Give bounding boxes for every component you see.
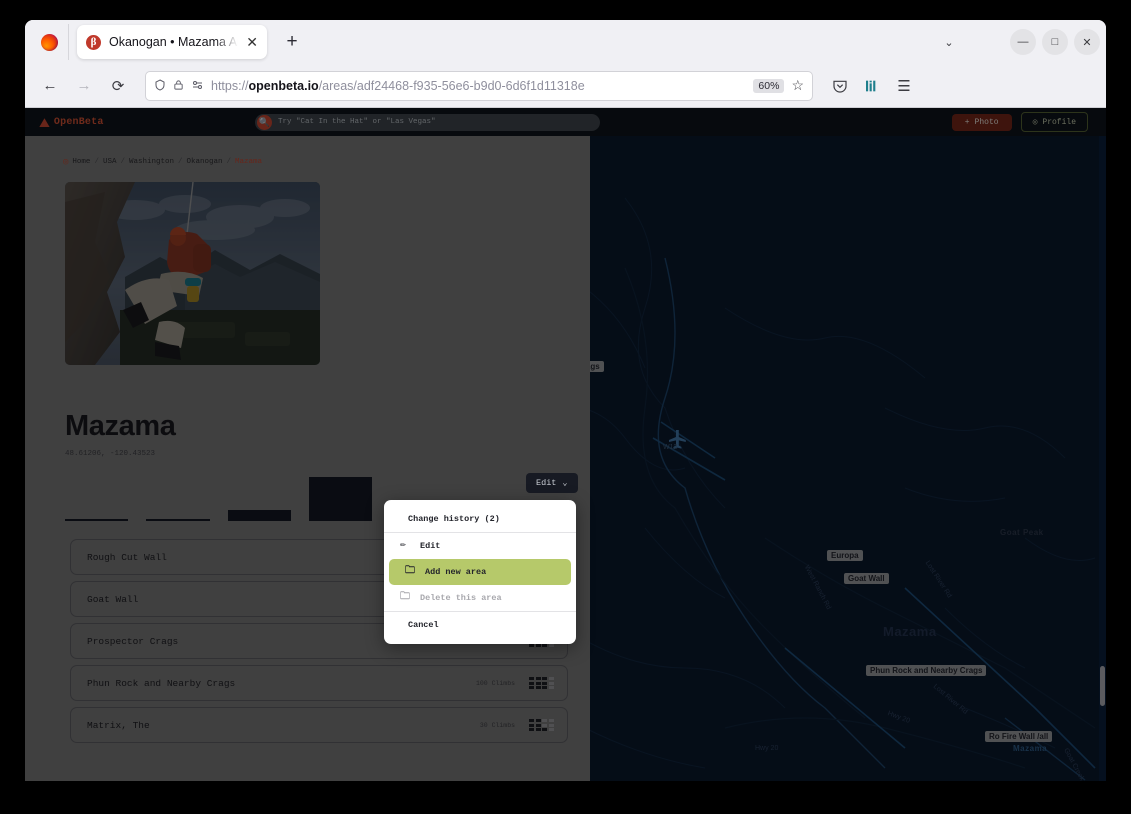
url-bar[interactable]: https://openbeta.io/areas/adf24468-f935-…	[145, 70, 813, 101]
edit-context-menu: Change history (2) ✏ Edit 🗀 Add new area 🗀 Del…	[384, 500, 576, 644]
permissions-icon[interactable]	[191, 79, 204, 93]
edit-button-label: Edit	[536, 478, 557, 488]
openbeta-favicon-icon: β	[86, 34, 101, 50]
pencil-icon: ✏	[400, 540, 407, 551]
toolbar-right-actions: ☰	[825, 71, 919, 101]
close-window-button[interactable]: ✕	[1074, 29, 1100, 55]
pocket-icon[interactable]	[825, 71, 855, 101]
folder-plus-icon: 🗀	[405, 566, 415, 577]
window-controls: ⌄ — □ ✕	[934, 20, 1100, 64]
tab-title: Okanogan • Mazama Area	[109, 35, 238, 49]
extension-icon[interactable]	[857, 71, 887, 101]
zoom-level-badge[interactable]: 60%	[753, 78, 785, 93]
reload-button[interactable]: ⟳	[103, 71, 133, 101]
menu-item-label: Add new area	[425, 567, 487, 577]
scrollbar-thumb[interactable]	[1100, 666, 1105, 706]
tab-strip: β Okanogan • Mazama Area ✕ + ⌄ — □ ✕	[25, 20, 1106, 64]
menu-item-delete-this-area: 🗀 Delete this area	[384, 585, 576, 612]
bookmark-star-icon[interactable]: ☆	[791, 77, 804, 94]
chevron-down-icon: ⌄	[562, 478, 568, 488]
menu-item-change-history-2[interactable]: Change history (2)	[384, 506, 576, 533]
edit-dropdown-button[interactable]: Edit ⌄	[526, 473, 578, 493]
minimize-button[interactable]: —	[1010, 29, 1036, 55]
menu-item-label: Cancel	[408, 620, 439, 630]
browser-window: β Okanogan • Mazama Area ✕ + ⌄ — □ ✕ ← →…	[25, 20, 1106, 781]
close-icon[interactable]: ✕	[246, 35, 258, 49]
firefox-logo-icon	[41, 33, 58, 51]
menu-item-edit[interactable]: ✏ Edit	[384, 533, 576, 559]
browser-tab[interactable]: β Okanogan • Mazama Area ✕	[77, 25, 267, 59]
menu-item-label: Change history (2)	[408, 514, 500, 524]
page-scrollbar[interactable]	[1099, 136, 1106, 781]
folder-minus-icon: 🗀	[400, 592, 410, 603]
firefox-app-menu-button[interactable]	[31, 24, 69, 60]
lock-icon[interactable]	[173, 79, 184, 93]
chevron-down-icon[interactable]: ⌄	[934, 27, 964, 57]
back-button[interactable]: ←	[35, 71, 65, 101]
maximize-button[interactable]: □	[1042, 29, 1068, 55]
modal-backdrop[interactable]	[25, 108, 1106, 781]
forward-button[interactable]: →	[69, 71, 99, 101]
navigation-toolbar: ← → ⟳ https://openbeta.io/areas/adf24468…	[25, 64, 1106, 108]
menu-item-cancel[interactable]: Cancel	[384, 612, 576, 638]
shield-icon[interactable]	[154, 78, 166, 93]
menu-item-label: Edit	[420, 541, 441, 551]
page-viewport: W12 Crags Europa Goat Wall Phun Rock and…	[25, 108, 1106, 781]
menu-item-add-new-area[interactable]: 🗀 Add new area	[389, 559, 571, 585]
url-text[interactable]: https://openbeta.io/areas/adf24468-f935-…	[211, 79, 746, 93]
menu-item-label: Delete this area	[420, 593, 502, 603]
app-menu-hamburger-icon[interactable]: ☰	[889, 71, 919, 101]
new-tab-button[interactable]: +	[277, 27, 307, 57]
